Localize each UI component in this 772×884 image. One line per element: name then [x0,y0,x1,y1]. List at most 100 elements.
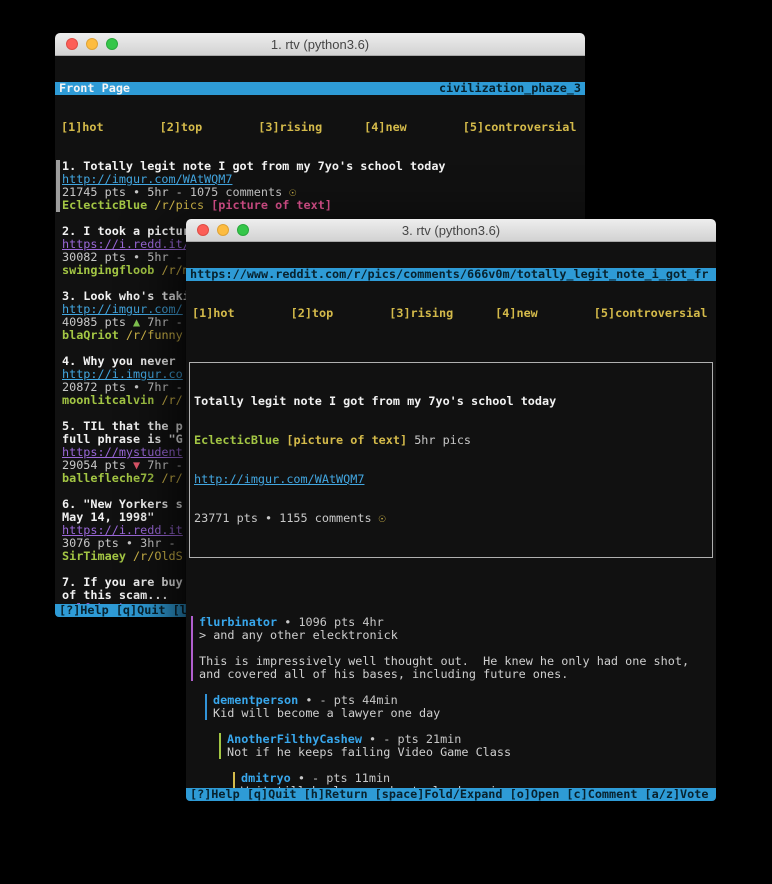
post-flair: [picture of text] [204,199,332,212]
post-points: 3076 pts [62,537,126,550]
comment-body-line: Kid will become a lawyer one day [213,707,716,720]
tab-top[interactable]: [2]top [291,307,334,320]
gilded-icon: ☉ [282,186,296,199]
window-controls [66,38,118,50]
comment-score-time: - pts 44min [320,694,398,707]
post-author[interactable]: ballefleche72 [62,472,154,485]
comment-author[interactable]: flurbinator [199,616,277,629]
post-subreddit[interactable]: /r/funny [126,329,183,342]
minimize-icon[interactable] [217,224,229,236]
comment-header: dmitryo • - pts 11min [241,772,716,785]
back-window-titlebar[interactable]: 1. rtv (python3.6) [55,33,585,56]
post-author[interactable]: EclecticBlue [62,199,147,212]
post-points: 29054 pts [62,459,133,472]
post-link[interactable]: http://i.imgur.co [62,368,183,381]
submission-author[interactable]: EclecticBlue [194,434,279,447]
space [126,550,133,563]
tab-new[interactable]: [4]new [364,121,407,134]
front-status-bar: [?]Help [q]Quit [h]Return [space]Fold/Ex… [186,788,716,801]
sort-tabs: [1]hot [2]top [3]rising [4]new [5]controvers… [55,121,585,134]
post-author[interactable]: blaQriot [62,329,119,342]
submission-time-subreddit: 5hr pics [414,434,471,447]
comment-body-line [199,642,716,655]
comment-score-time: 1096 pts 4hr [298,616,383,629]
minimize-icon[interactable] [86,38,98,50]
comment-score-time: - pts 21min [383,733,461,746]
submission-title: Totally legit note I got from my 7yo's s… [194,395,708,408]
comment[interactable]: dementperson • - pts 44minKid will becom… [205,694,716,720]
window-controls [197,224,249,236]
post-time-comments: 7hr - [140,316,190,329]
post-time-comments: 5hr - 1075 comments [140,186,282,199]
post-byline-row: EclecticBlue /r/pics [picture of text] [62,199,585,212]
tab-rising[interactable]: [3]rising [389,307,453,320]
tab-top[interactable]: [2]top [160,121,203,134]
submission-flair: [picture of text] [286,434,407,447]
tab-hot[interactable]: [1]hot [61,121,104,134]
logged-in-username: civilization_phaze_3 [439,82,581,95]
post-link[interactable]: https://i.redd.it [62,524,183,537]
zoom-icon[interactable] [106,38,118,50]
comment[interactable]: AnotherFilthyCashew • - pts 21minNot if … [219,733,716,759]
post-author[interactable]: moonlitcalvin [62,394,154,407]
submission-byline: EclecticBlue [picture of text] 5hr pics [194,434,708,447]
gilded-icon: ☉ [379,512,386,525]
comment-author[interactable]: AnotherFilthyCashew [227,733,362,746]
zoom-icon[interactable] [237,224,249,236]
post-stats-row: 21745 pts • 5hr - 1075 comments ☉ [62,186,585,199]
post-time-comments: 3hr - [133,537,183,550]
tab-new[interactable]: [4]new [495,307,538,320]
comment-author[interactable]: dementperson [213,694,298,707]
post-time-comments: 7hr - [140,459,190,472]
submission-link[interactable]: http://imgur.com/WAtWQM7 [194,473,364,486]
post-subreddit[interactable]: /r/ [161,394,182,407]
post-points: 40985 pts [62,316,133,329]
post-time-comments: 7hr - [140,381,190,394]
comment-header: dementperson • - pts 44min [213,694,716,707]
tab-controversial[interactable]: [5]controversial [594,307,708,320]
front-window-titlebar[interactable]: 3. rtv (python3.6) [186,219,716,242]
post-points: 21745 pts [62,186,133,199]
bullet-icon: • [362,733,383,746]
bullet-icon: • [126,537,133,550]
tab-rising[interactable]: [3]rising [258,121,322,134]
comment-body-line: This is impressively well thought out. H… [199,655,716,668]
submission-stats: 23771 pts • 1155 comments [194,512,372,525]
post-link[interactable]: https://mystudent [62,446,183,459]
submission-link-row: http://imgur.com/WAtWQM7 [194,473,708,486]
tab-controversial[interactable]: [5]controversial [463,121,577,134]
comment[interactable]: flurbinator • 1096 pts 4hr> and any othe… [191,616,716,681]
comment-author[interactable]: dmitryo [241,772,291,785]
post-item[interactable]: 1. Totally legit note I got from my 7yo'… [62,160,585,212]
post-title: 1. Totally legit note I got from my 7yo'… [62,160,585,173]
post-subreddit[interactable]: /r/ [161,472,182,485]
close-icon[interactable] [197,224,209,236]
post-author[interactable]: SirTimaey [62,550,126,563]
space [119,329,126,342]
comment-body-line: > and any other elecktronick [199,629,716,642]
post-link-row: http://imgur.com/WAtWQM7 [62,173,585,186]
submission-stats-row: 23771 pts • 1155 comments ☉ [194,512,708,525]
comment-score-time: - pts 11min [312,772,390,785]
post-points: 20872 pts [62,381,133,394]
bullet-icon: • [277,616,298,629]
post-link[interactable]: http://imgur.com/ [62,303,183,316]
post-author[interactable]: swingingfloob [62,264,154,277]
post-points: 30082 pts [62,251,133,264]
comment-list: flurbinator • 1096 pts 4hr> and any othe… [186,616,716,801]
bullet-icon: • [291,772,312,785]
close-icon[interactable] [66,38,78,50]
frontpage-header-bar: Front Page civilization_phaze_3 [55,82,585,95]
rtv-comments-window: 3. rtv (python3.6) https://www.reddit.co… [186,219,716,801]
post-subreddit[interactable]: /r/pics [154,199,204,212]
post-link[interactable]: http://imgur.com/WAtWQM7 [62,173,232,186]
submission-url-bar: https://www.reddit.com/r/pics/comments/6… [186,268,716,281]
front-terminal: https://www.reddit.com/r/pics/comments/6… [186,242,716,801]
submission-card[interactable]: Totally legit note I got from my 7yo's s… [189,362,713,558]
comment-body-line: and covered all of his bases, including … [199,668,716,681]
page-title: Front Page [59,82,130,95]
comment-header: flurbinator • 1096 pts 4hr [199,616,716,629]
tab-hot[interactable]: [1]hot [192,307,235,320]
front-window-title: 3. rtv (python3.6) [402,223,500,238]
post-subreddit[interactable]: /r/OldS [133,550,183,563]
